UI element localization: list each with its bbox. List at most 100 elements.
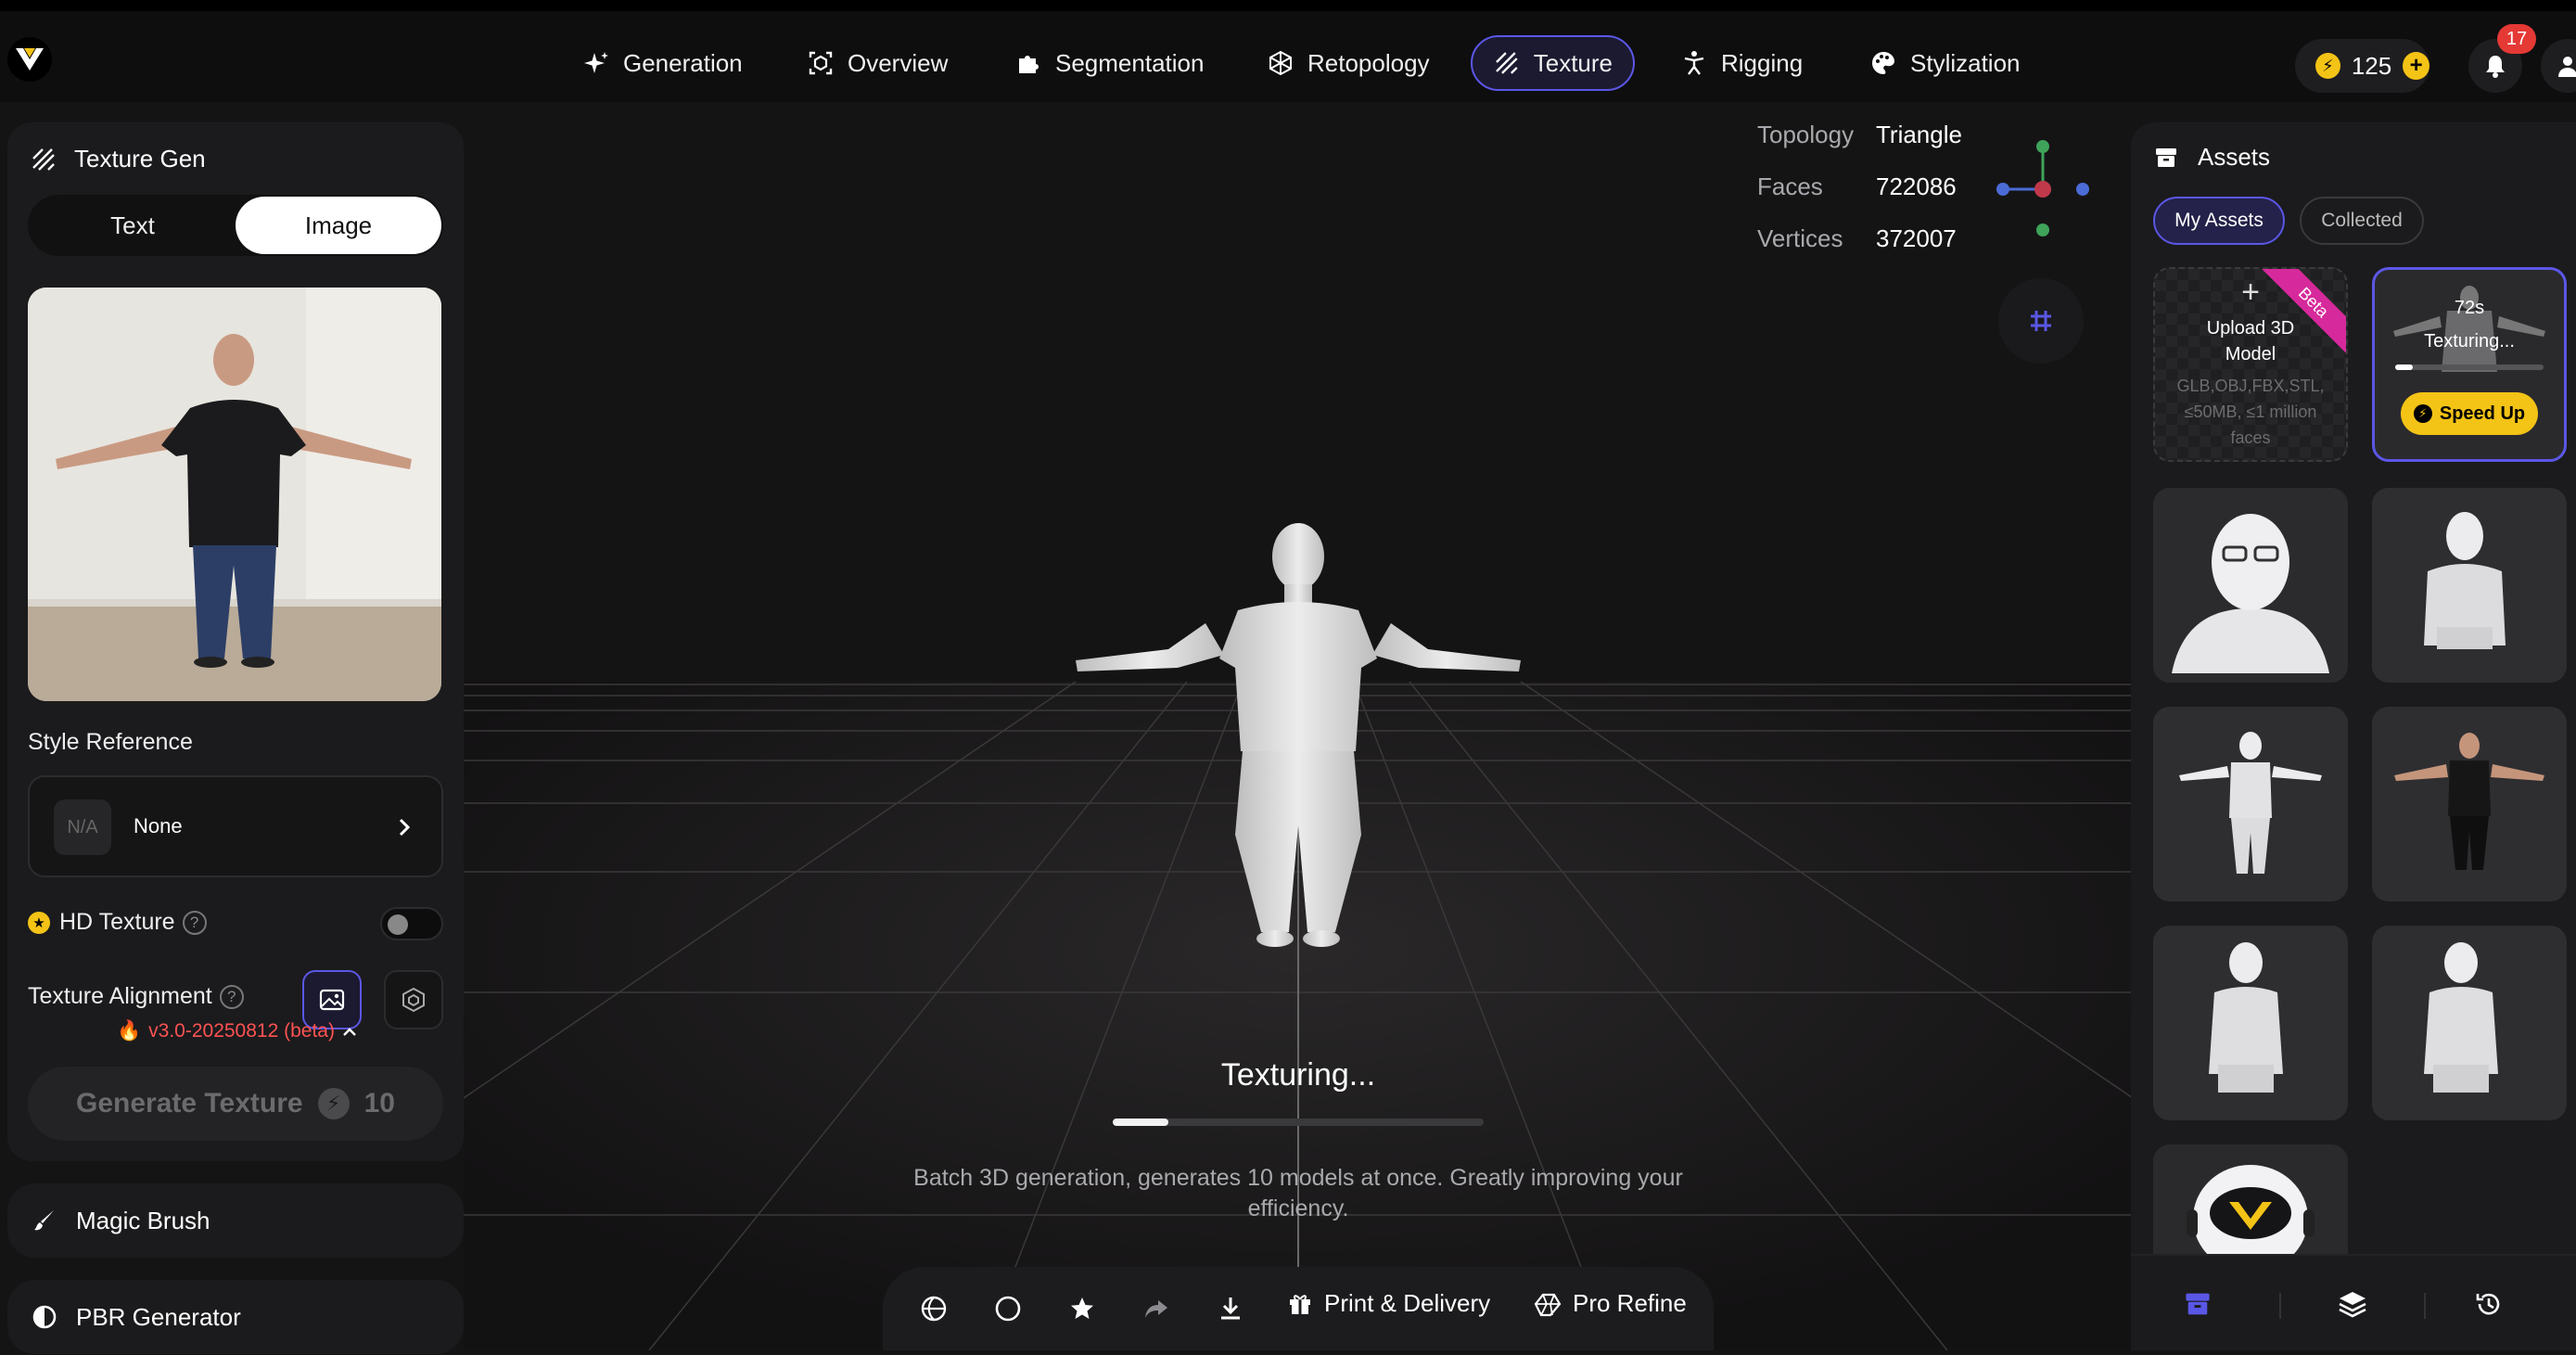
chevron-right-icon — [399, 818, 411, 837]
asset-thumbnail[interactable] — [2372, 707, 2567, 901]
input-mode-switch: Text Image — [28, 195, 443, 256]
pbr-generator-card[interactable]: PBR Generator — [7, 1280, 464, 1354]
model-version-select[interactable]: 🔥 v3.0-20250812 (beta) — [117, 1020, 357, 1042]
texture-alignment-label: Texture Alignment — [28, 983, 212, 1009]
nav-label: Overview — [848, 48, 949, 77]
nav-label: Generation — [623, 48, 743, 77]
history-icon[interactable] — [2474, 1289, 2504, 1319]
bolt-icon: ⚡ — [2315, 53, 2340, 79]
nav-retopology[interactable]: Retopology — [1246, 35, 1450, 91]
nav-texture[interactable]: Texture — [1471, 35, 1635, 91]
add-credits-icon[interactable]: + — [2403, 52, 2429, 80]
nav-label: Stylization — [1910, 48, 2021, 77]
panel-title: Texture Gen — [74, 145, 206, 173]
flame-icon: 🔥 — [117, 1020, 142, 1042]
align-geometry-button[interactable] — [384, 970, 443, 1029]
tab-collected[interactable]: Collected — [2300, 197, 2424, 245]
asset-thumbnail[interactable] — [2153, 926, 2348, 1120]
nav-generation[interactable]: Generation — [562, 35, 763, 91]
layers-icon[interactable] — [2337, 1289, 2368, 1319]
progress-fill — [1113, 1119, 1168, 1126]
style-reference-select[interactable]: N/A None — [28, 775, 443, 877]
asset-thumbnail[interactable] — [2372, 926, 2567, 1120]
rigging-icon — [1684, 51, 1704, 75]
favorite-button[interactable] — [1066, 1293, 1098, 1324]
style-reference-label: Style Reference — [28, 729, 193, 755]
job-progress — [2395, 364, 2544, 370]
texture-icon — [32, 147, 55, 171]
premium-icon: ★ — [28, 911, 50, 934]
refine-icon — [1534, 1293, 1562, 1316]
overview-icon — [809, 51, 833, 75]
texture-icon — [1496, 52, 1518, 74]
print-delivery-label: Print & Delivery — [1324, 1289, 1491, 1317]
assets-panel: Assets My Assets Collected Beta + Upload… — [2131, 122, 2576, 1350]
bolt-icon: ⚡ — [317, 1088, 350, 1119]
help-icon[interactable]: ? — [219, 984, 244, 1009]
pro-refine-button[interactable]: Pro Refine — [1532, 1289, 1687, 1318]
assets-footer — [2131, 1254, 2576, 1350]
generate-texture-button[interactable]: Generate Texture ⚡ 10 — [28, 1067, 443, 1141]
stat-key: Faces — [1757, 173, 1823, 200]
panel-header: Texture Gen — [30, 145, 206, 173]
asset-thumbnail[interactable] — [2372, 488, 2567, 683]
notification-badge: 17 — [2497, 24, 2536, 54]
nav-rigging[interactable]: Rigging — [1660, 35, 1823, 91]
tab-text[interactable]: Text — [30, 197, 236, 254]
grid-icon — [2031, 311, 2051, 331]
star-icon — [1071, 1297, 1093, 1319]
version-label: v3.0-20250812 (beta) — [148, 1020, 335, 1042]
wireframe-sphere-button[interactable] — [918, 1293, 950, 1324]
nav-stylization[interactable]: Stylization — [1849, 35, 2041, 91]
asset-thumbnail[interactable] — [2153, 1144, 2348, 1254]
plus-icon: + — [2241, 275, 2260, 310]
texturing-job-card[interactable]: 72s Texturing... ⚡ Speed Up — [2372, 267, 2567, 462]
top-bar: Generation Overview Segmentation Retopol… — [0, 0, 2576, 102]
chevron-up-icon — [343, 1028, 356, 1036]
share-button[interactable] — [1141, 1293, 1172, 1324]
credits-pill[interactable]: ⚡ 125 + — [2295, 39, 2429, 93]
archive-icon[interactable] — [2183, 1289, 2213, 1319]
asset-thumbnail[interactable] — [2153, 707, 2348, 901]
texturing-label: Texturing... — [2424, 331, 2515, 352]
app-logo[interactable] — [7, 37, 52, 82]
stat-key: Topology — [1757, 121, 1855, 148]
download-button[interactable] — [1215, 1293, 1246, 1324]
magic-brush-card[interactable]: Magic Brush — [7, 1183, 464, 1258]
nav-overview[interactable]: Overview — [786, 35, 968, 91]
upload-model-card[interactable]: Beta + Upload 3D Model GLB,OBJ,FBX,STL, … — [2153, 267, 2348, 462]
texturing-status: Texturing... — [1220, 1057, 1376, 1093]
assets-title: Assets — [2198, 143, 2271, 171]
archive-icon — [2156, 147, 2176, 167]
style-thumb-placeholder: N/A — [54, 799, 111, 855]
reference-image[interactable] — [28, 288, 441, 701]
solid-sphere-button[interactable] — [992, 1293, 1024, 1324]
print-delivery-button[interactable]: Print & Delivery — [1287, 1289, 1490, 1318]
hd-texture-row: ★ HD Texture ? — [28, 909, 207, 936]
stat-value: 372007 — [1876, 224, 1957, 252]
puzzle-icon — [1019, 56, 1039, 73]
palette-icon — [1872, 52, 1894, 74]
speed-up-label: Speed Up — [2439, 403, 2526, 424]
bell-icon — [2486, 56, 2505, 78]
upload-title: Upload 3D Model — [2206, 318, 2295, 364]
nav-label: Rigging — [1721, 48, 1804, 77]
half-circle-icon — [32, 1305, 57, 1329]
asset-thumbnail[interactable] — [2153, 488, 2348, 683]
tab-image[interactable]: Image — [236, 197, 441, 254]
grid-toggle-button[interactable] — [1998, 278, 2084, 364]
magic-brush-label: Magic Brush — [76, 1206, 210, 1234]
upload-hint: GLB,OBJ,FBX,STL, ≤50MB, ≤1 million faces — [2176, 377, 2325, 447]
axis-gizmo[interactable] — [1984, 132, 2105, 243]
tab-my-assets[interactable]: My Assets — [2153, 197, 2285, 245]
speed-up-button[interactable]: ⚡ Speed Up — [2401, 392, 2538, 435]
help-icon[interactable]: ? — [182, 910, 207, 935]
nav-segmentation[interactable]: Segmentation — [994, 35, 1224, 91]
hd-texture-toggle[interactable] — [380, 907, 443, 940]
job-progress-fill — [2395, 364, 2414, 370]
credits-count: 125 — [2351, 51, 2392, 80]
user-avatar[interactable] — [2541, 39, 2576, 93]
brush-icon — [34, 1210, 54, 1231]
user-icon — [2558, 57, 2576, 77]
bolt-icon: ⚡ — [2413, 404, 2432, 423]
